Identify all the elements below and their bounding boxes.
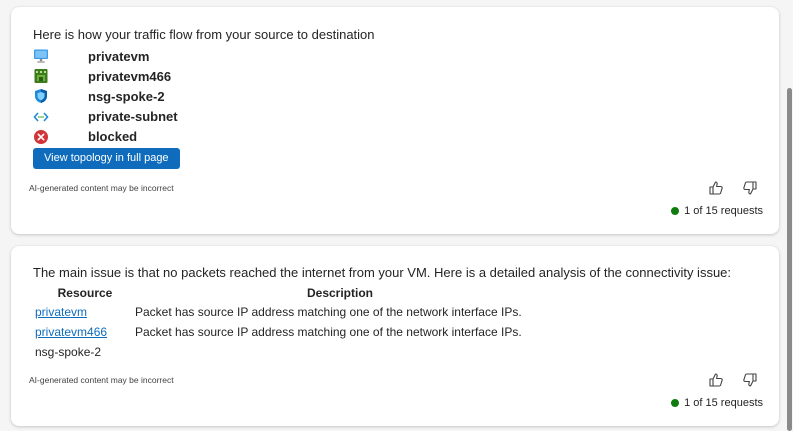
request-count-status: 1 of 15 requests xyxy=(671,397,763,409)
flow-item-label: blocked xyxy=(88,129,138,145)
flow-item-nic: privatevm466 xyxy=(33,66,333,86)
chat-panel: Here is how your traffic flow from your … xyxy=(0,0,793,431)
thumbs-up-icon[interactable] xyxy=(707,371,725,389)
resource-link-privatevm466[interactable]: privatevm466 xyxy=(35,325,107,339)
status-dot xyxy=(671,207,680,215)
flow-item-label: privatevm xyxy=(88,48,150,64)
flow-item-label: private-subnet xyxy=(88,109,178,125)
resource-link-privatevm[interactable]: privatevm xyxy=(35,305,87,319)
subnet-icon xyxy=(33,109,49,125)
thumbs-up-icon[interactable] xyxy=(707,179,725,197)
network-interface-icon xyxy=(33,68,49,84)
status-dot xyxy=(671,399,680,407)
ai-disclaimer: AI-generated content may be incorrect xyxy=(29,375,174,385)
column-header-description: Description xyxy=(306,286,373,300)
request-count-status: 1 of 15 requests xyxy=(671,205,763,217)
card-intro-text: Here is how your traffic flow from your … xyxy=(33,27,375,42)
table-header-row: Resource Description xyxy=(33,284,545,302)
flow-item-blocked: blocked xyxy=(33,127,333,147)
feedback-buttons xyxy=(707,371,759,389)
flow-item-vm: privatevm xyxy=(33,46,333,66)
table-row: nsg-spoke-2 xyxy=(33,342,545,362)
response-card-analysis: The main issue is that no packets reache… xyxy=(11,246,779,426)
thumbs-down-icon[interactable] xyxy=(741,179,759,197)
blocked-icon xyxy=(33,129,49,145)
thumbs-down-icon[interactable] xyxy=(741,371,759,389)
feedback-buttons xyxy=(707,179,759,197)
table-cell-description xyxy=(135,342,545,362)
scrollbar[interactable] xyxy=(785,0,793,431)
table-cell-description: Packet has source IP address matching on… xyxy=(135,305,522,319)
network-security-group-icon xyxy=(33,88,49,104)
response-card-traffic-flow: Here is how your traffic flow from your … xyxy=(11,7,779,234)
flow-item-label: privatevm466 xyxy=(88,68,172,84)
request-count-text: 1 of 15 requests xyxy=(684,205,763,217)
ai-disclaimer: AI-generated content may be incorrect xyxy=(29,183,174,193)
flow-item-subnet: private-subnet xyxy=(33,107,333,127)
resource-table: Resource Description privatevm Packet ha… xyxy=(33,284,545,362)
table-row: privatevm Packet has source IP address m… xyxy=(33,302,545,322)
table-cell-resource: nsg-spoke-2 xyxy=(35,345,102,359)
flow-item-label: nsg-spoke-2 xyxy=(88,88,165,104)
table-cell-description: Packet has source IP address matching on… xyxy=(135,325,522,339)
column-header-resource: Resource xyxy=(57,286,113,300)
flow-item-nsg: nsg-spoke-2 xyxy=(33,86,333,106)
scrollbar-thumb[interactable] xyxy=(787,88,792,431)
request-count-text: 1 of 15 requests xyxy=(684,397,763,409)
view-topology-button[interactable]: View topology in full page xyxy=(33,148,180,169)
traffic-flow-list: privatevm privatevm466 nsg-spoke-2 priva… xyxy=(33,46,333,147)
table-row: privatevm466 Packet has source IP addres… xyxy=(33,322,545,342)
card-intro-text: The main issue is that no packets reache… xyxy=(33,265,732,280)
virtual-machine-icon xyxy=(33,48,49,64)
